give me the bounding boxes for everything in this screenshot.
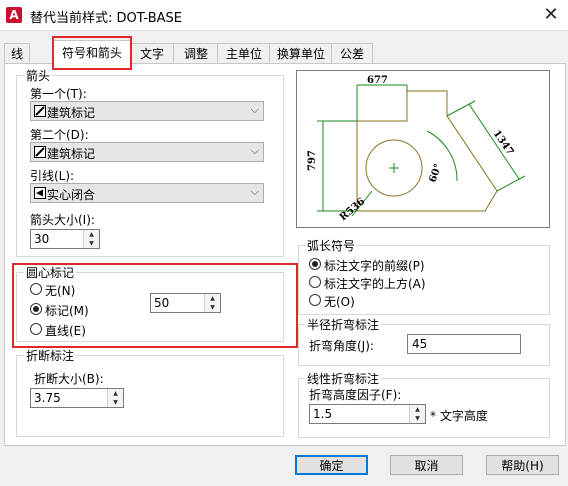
center-mark-none-radio[interactable] [30,283,42,295]
leader-label: 引线(L): [30,169,75,183]
dimension-break-group-label: 折断标注 [24,347,77,364]
jog-angle-label: 折弯角度(J): [309,339,374,353]
tab-tolerances[interactable]: 公差 [331,43,373,64]
tab-fit[interactable]: 调整 [173,43,219,64]
second-arrow-label: 第二个(D): [30,128,89,142]
chevron-down-icon: ⌵ [250,185,259,198]
closed-filled-arrow-icon [34,187,46,199]
break-size-value: 3.75 [34,391,61,405]
jog-height-factor-stepper[interactable]: 1.5 ▲ ▼ [309,404,426,424]
center-mark-none-label[interactable]: 无(N) [45,282,75,299]
center-marks-group-label: 圆心标记 [24,264,77,281]
break-size-stepper[interactable]: 3.75 ▲ ▼ [30,388,124,408]
window-title: 替代当前样式: DOT-BASE [30,11,183,26]
jog-height-factor-value: 1.5 [313,407,333,421]
leader-value: 实心闭合 [47,188,96,202]
leader-select[interactable]: 实心闭合 ⌵ [30,183,264,203]
dim-top-label: 677 [367,75,388,86]
tab-lines[interactable]: 线 [4,43,30,64]
center-mark-mark-radio[interactable] [30,303,42,315]
arrow-size-label: 箭头大小(I): [30,213,95,227]
dim-radius-label: R536 [338,196,367,223]
tab-alternate-units[interactable]: 换算单位 [269,43,333,64]
center-mark-size-stepper[interactable]: 50 ▲ ▼ [150,293,221,313]
tab-primary-units[interactable]: 主单位 [217,43,271,64]
dim-diag-label: 1347 [491,128,516,157]
arc-above-label[interactable]: 标注文字的上方(A) [324,275,426,292]
arc-prefix-label[interactable]: 标注文字的前缀(P) [324,257,425,274]
dim-left-label: 797 [307,150,318,171]
first-arrow-value: 建筑标记 [47,106,96,120]
close-icon[interactable]: ✕ [538,3,564,27]
center-mark-mark-label[interactable]: 标记(M) [45,302,89,319]
arrowheads-group-label: 箭头 [24,67,53,84]
dimension-preview: 677 797 1347 60° R536 [307,75,526,223]
arrow-size-stepper[interactable]: 30 ▲ ▼ [30,229,100,249]
architectural-tick-icon [34,105,46,117]
spin-down-icon[interactable]: ▼ [108,398,123,407]
jog-angle-input[interactable]: 45 [407,334,521,354]
arc-none-radio[interactable] [309,294,321,306]
spin-down-icon[interactable]: ▼ [84,239,99,248]
radius-jog-group-label: 半径折弯标注 [305,316,382,333]
arc-above-radio[interactable] [309,276,321,288]
dim-angle-label: 60° [427,162,444,184]
cancel-button[interactable]: 取消 [390,455,463,475]
center-mark-line-label[interactable]: 直线(E) [45,322,86,339]
spin-down-icon[interactable]: ▼ [410,414,425,423]
app-icon: A [6,7,22,23]
second-arrow-select[interactable]: 建筑标记 ⌵ [30,142,264,162]
linear-jog-group-label: 线性折弯标注 [305,370,382,387]
arc-none-label[interactable]: 无(O) [324,293,355,310]
center-mark-size-value: 50 [154,296,170,310]
first-arrow-select[interactable]: 建筑标记 ⌵ [30,101,264,121]
tab-text[interactable]: 文字 [129,43,175,64]
ok-button[interactable]: 确定 [295,455,368,475]
break-size-label: 折断大小(B): [34,372,104,386]
architectural-tick-icon [34,146,46,158]
arrow-size-value: 30 [34,232,50,246]
text-height-suffix: * 文字高度 [430,409,488,423]
tab-symbols-arrows[interactable]: 符号和箭头 [53,40,131,65]
arc-prefix-radio[interactable] [309,258,321,270]
chevron-down-icon: ⌵ [250,144,259,157]
help-button[interactable]: 帮助(H) [486,455,559,475]
preview-pane: 677 797 1347 60° R536 [296,70,550,228]
center-mark-line-radio[interactable] [30,323,42,335]
first-arrow-label: 第一个(T): [30,87,87,101]
jog-height-factor-label: 折弯高度因子(F): [309,388,402,402]
jog-angle-value: 45 [412,337,428,351]
spin-down-icon[interactable]: ▼ [205,303,220,312]
arc-length-group-label: 弧长符号 [305,237,358,254]
chevron-down-icon: ⌵ [250,103,259,116]
second-arrow-value: 建筑标记 [47,147,96,161]
